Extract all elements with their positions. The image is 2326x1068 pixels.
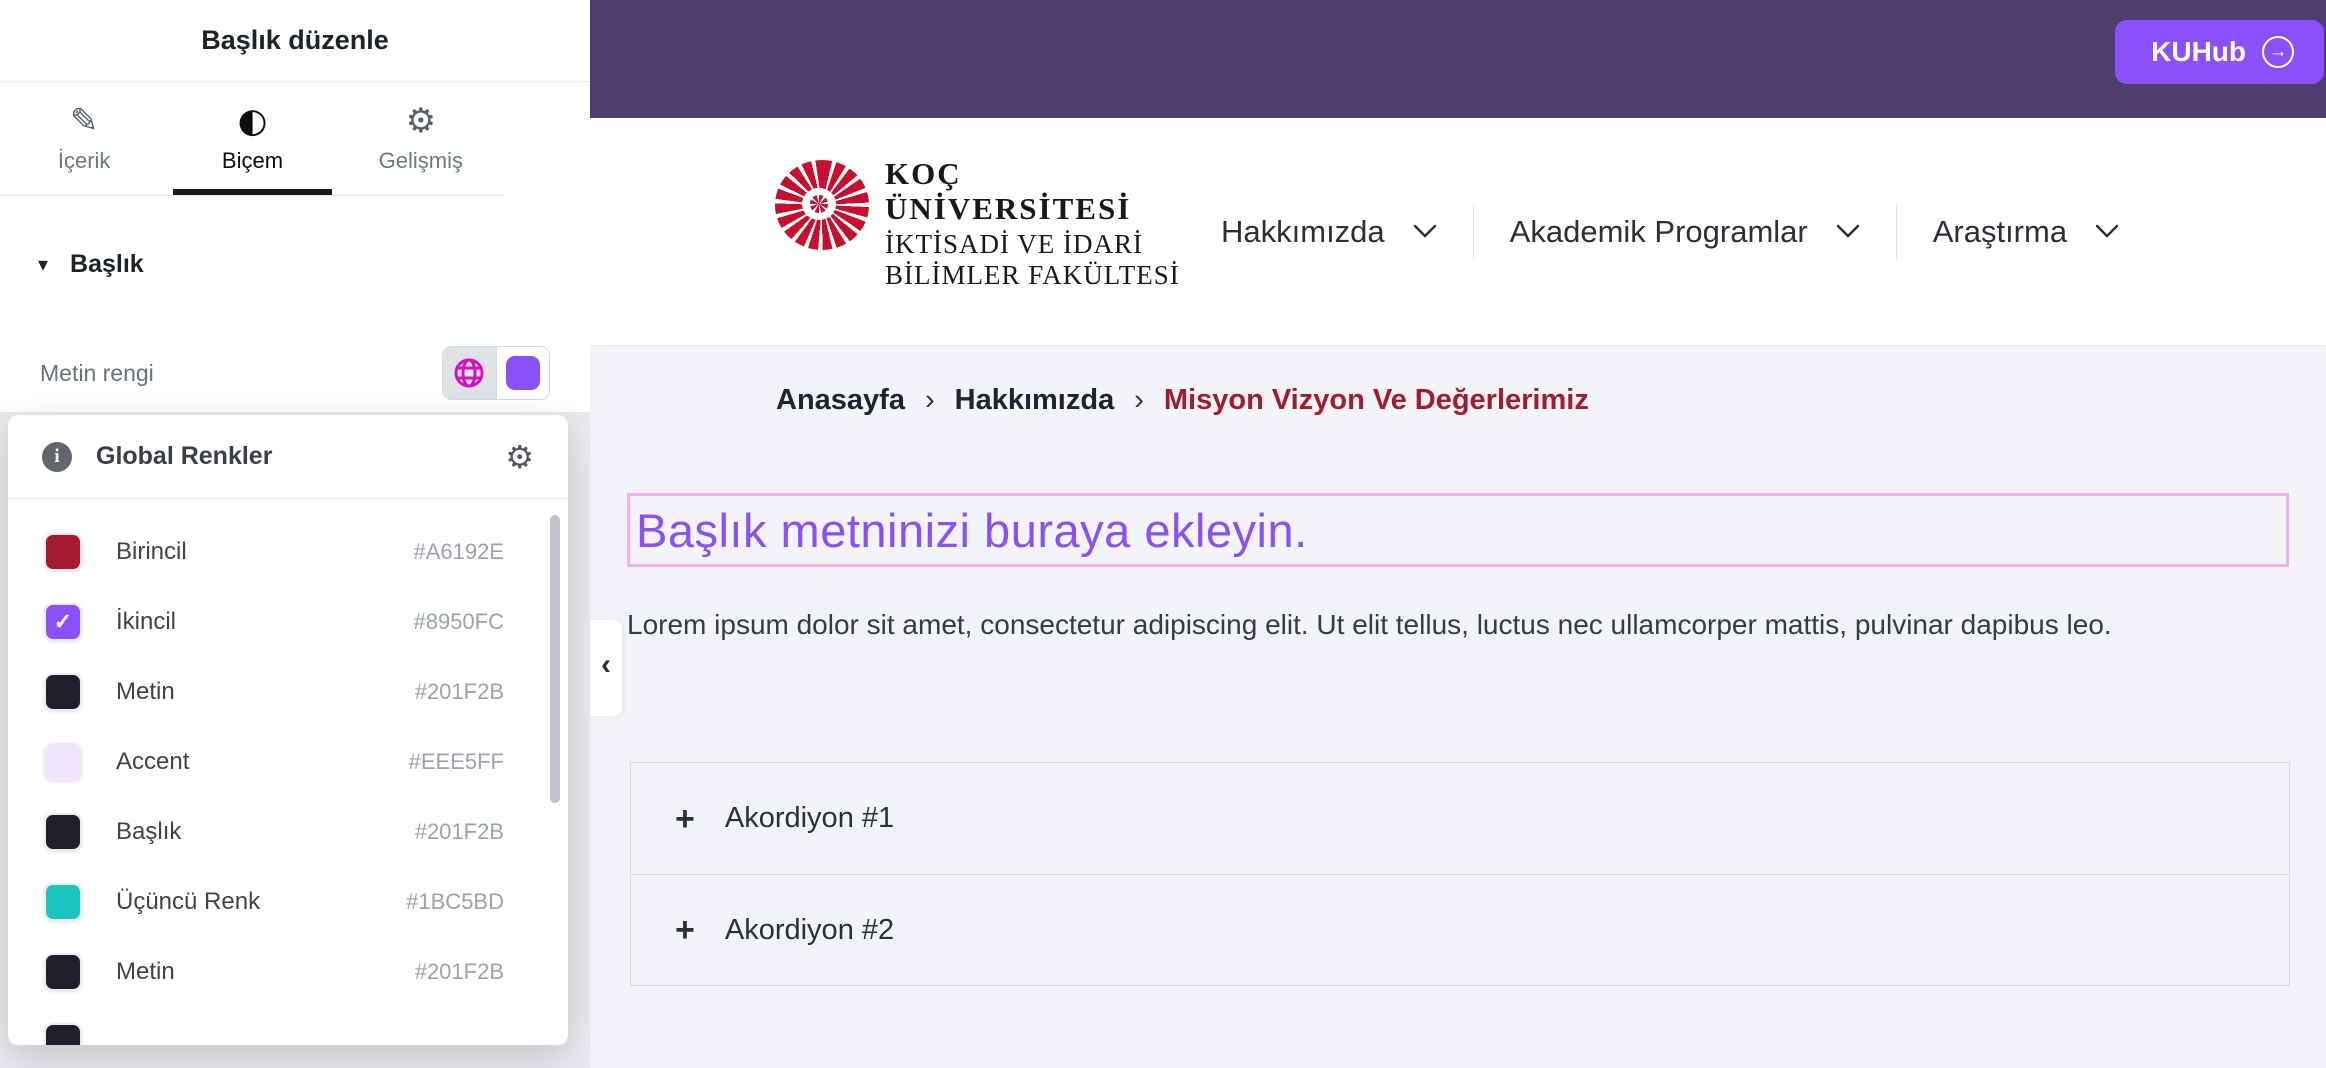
nav-item-hakkimizda[interactable]: Hakkımızda — [1221, 214, 1437, 250]
koc-shell-icon — [775, 160, 869, 250]
color-row-ikincil[interactable]: ✓ İkincil #8950FC — [8, 587, 568, 657]
university-logo[interactable]: KOÇ ÜNİVERSİTESİ İKTİSADİ VE İDARİ BİLİM… — [775, 156, 1180, 291]
popup-title: Global Renkler — [96, 442, 272, 471]
main-nav: Hakkımızda Akademik Programlar Araştırma — [1221, 118, 2119, 345]
breadcrumb: Anasayfa › Hakkımızda › Misyon Vizyon Ve… — [776, 384, 1589, 417]
page-heading: Başlık metninizi buraya ekleyin. — [630, 503, 1308, 558]
tab-bicem[interactable]: ◐ Biçem — [168, 82, 336, 195]
color-swatch — [44, 953, 82, 991]
contrast-icon: ◐ — [238, 104, 268, 138]
site-header: KOÇ ÜNİVERSİTESİ İKTİSADİ VE İDARİ BİLİM… — [590, 118, 2326, 346]
section-title: Başlık — [70, 250, 144, 279]
color-swatch — [44, 743, 82, 781]
accordion-item-2[interactable]: + Akordiyon #2 — [631, 874, 2289, 985]
gear-icon: ⚙ — [406, 104, 436, 138]
edit-panel: Başlık düzenle ✎ İçerik ◐ Biçem ⚙ Gelişm… — [0, 0, 590, 1068]
custom-color-button[interactable] — [497, 347, 550, 399]
text-color-label: Metin rengi — [40, 360, 154, 387]
breadcrumb-current: Misyon Vizyon Ve Değerlerimiz — [1164, 384, 1589, 417]
breadcrumb-separator: › — [1134, 384, 1144, 417]
tab-gelismis[interactable]: ⚙ Gelişmiş — [337, 82, 505, 195]
caret-down-icon: ▾ — [38, 252, 48, 277]
accordion-item-1[interactable]: + Akordiyon #1 — [631, 763, 2289, 874]
nav-item-akademik-programlar[interactable]: Akademik Programlar — [1510, 214, 1860, 250]
breadcrumb-hakkimizda[interactable]: Hakkımızda — [955, 384, 1115, 417]
nav-item-arastirma[interactable]: Araştırma — [1933, 214, 2119, 250]
panel-title: Başlık düzenle — [201, 25, 389, 56]
nav-divider — [1473, 205, 1474, 259]
chevron-down-icon — [2095, 224, 2119, 239]
arrow-circle-icon: → — [2262, 36, 2294, 68]
heading-widget-selected[interactable]: Başlık metninizi buraya ekleyin. — [627, 493, 2289, 567]
color-row-baslik[interactable]: Başlık #201F2B — [8, 797, 568, 867]
global-colors-popup: i Global Renkler ⚙ Birincil #A6192E ✓ İk… — [8, 415, 568, 1045]
color-mode-toggle — [442, 346, 550, 400]
page-content: Anasayfa › Hakkımızda › Misyon Vizyon Ve… — [590, 346, 2326, 1068]
panel-collapse-handle[interactable]: ‹ — [590, 620, 622, 716]
plus-icon: + — [675, 802, 695, 836]
section-baslik[interactable]: ▾ Başlık — [0, 196, 590, 279]
current-color-swatch — [506, 356, 540, 390]
popup-header: i Global Renkler ⚙ — [8, 415, 568, 499]
color-swatch — [44, 533, 82, 571]
accordion-widget: + Akordiyon #1 + Akordiyon #2 — [630, 762, 2290, 986]
text-color-control: Metin rengi — [0, 346, 590, 400]
color-row-birincil[interactable]: Birincil #A6192E — [8, 517, 568, 587]
color-row-metin[interactable]: Metin #201F2B — [8, 657, 568, 727]
color-row-partial[interactable] — [8, 1007, 568, 1045]
popup-gear-icon[interactable]: ⚙ — [505, 438, 534, 476]
nav-divider — [1896, 205, 1897, 259]
color-swatch — [44, 813, 82, 851]
check-icon: ✓ — [54, 609, 72, 635]
tab-icerik[interactable]: ✎ İçerik — [0, 82, 168, 195]
color-swatch — [44, 883, 82, 921]
color-row-ucuncu[interactable]: Üçüncü Renk #1BC5BD — [8, 867, 568, 937]
global-color-button[interactable] — [443, 347, 497, 399]
color-swatch — [44, 673, 82, 711]
info-icon: i — [42, 442, 72, 472]
breadcrumb-anasayfa[interactable]: Anasayfa — [776, 384, 905, 417]
color-row-metin-2[interactable]: Metin #201F2B — [8, 937, 568, 1007]
breadcrumb-separator: › — [925, 384, 935, 417]
logo-text: KOÇ ÜNİVERSİTESİ İKTİSADİ VE İDARİ BİLİM… — [885, 156, 1180, 291]
plus-icon: + — [675, 913, 695, 947]
pencil-icon: ✎ — [70, 104, 99, 138]
panel-header: Başlık düzenle — [0, 0, 590, 82]
page-preview: KUHub → KOÇ ÜNİVERSİTESİ İKTİSADİ VE İDA… — [590, 0, 2326, 1068]
elementor-editor: Başlık düzenle ✎ İçerik ◐ Biçem ⚙ Gelişm… — [0, 0, 2326, 1068]
color-row-accent[interactable]: Accent #EEE5FF — [8, 727, 568, 797]
chevron-left-icon: ‹ — [601, 648, 611, 688]
kuhub-button[interactable]: KUHub → — [2115, 20, 2324, 84]
site-topbar: KUHub → — [590, 0, 2326, 118]
popup-scrollbar[interactable] — [550, 515, 560, 803]
globe-icon — [452, 356, 486, 390]
global-color-list: Birincil #A6192E ✓ İkincil #8950FC Metin… — [8, 499, 568, 1045]
body-paragraph[interactable]: Lorem ipsum dolor sit amet, consectetur … — [627, 599, 2227, 651]
kuhub-label: KUHub — [2151, 36, 2246, 68]
color-swatch-selected: ✓ — [44, 603, 82, 641]
chevron-down-icon — [1413, 224, 1437, 239]
color-swatch — [44, 1023, 82, 1045]
chevron-down-icon — [1836, 224, 1860, 239]
panel-tabs: ✎ İçerik ◐ Biçem ⚙ Gelişmiş — [0, 82, 505, 196]
